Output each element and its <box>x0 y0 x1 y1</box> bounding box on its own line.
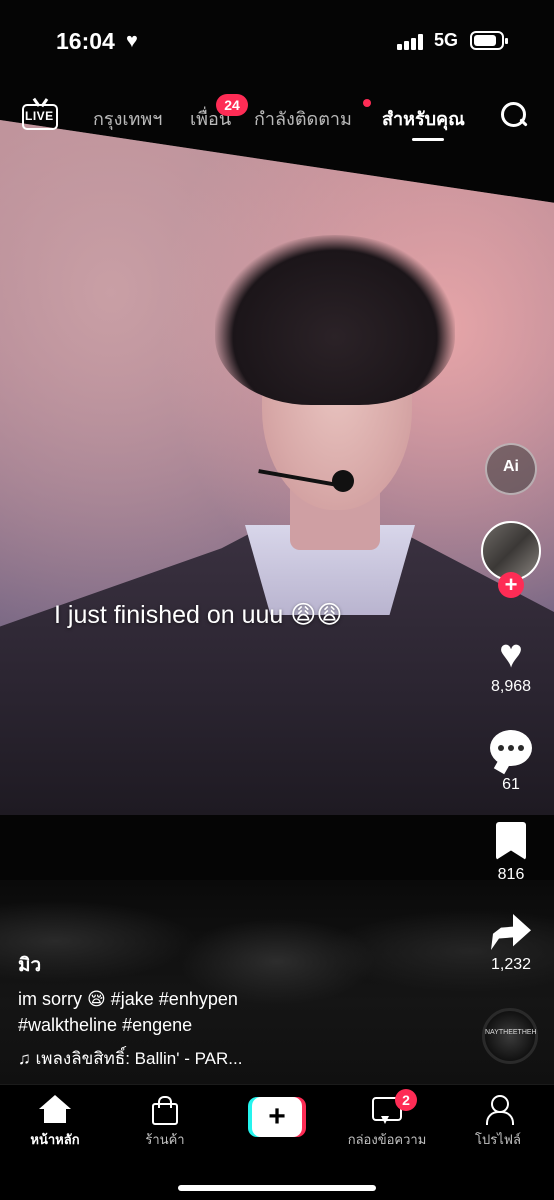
inbox-badge: 2 <box>395 1089 417 1111</box>
caption-line-1: im sorry 😪 #jake #enhypen <box>18 989 238 1009</box>
nav-home-label: หน้าหลัก <box>30 1132 80 1147</box>
ai-label: Ai <box>503 458 519 475</box>
music-disc[interactable]: NAYTHEETHEH <box>482 1008 538 1064</box>
tab-bangkok[interactable]: กรุงเทพฯ <box>93 104 162 133</box>
share-count: 1,232 <box>490 956 532 973</box>
like-count: 8,968 <box>490 678 532 695</box>
save-count: 816 <box>497 866 525 883</box>
status-time: 16:04 <box>56 28 115 54</box>
plus-icon: + <box>252 1097 302 1137</box>
nav-inbox[interactable]: กล่องข้อความ <box>337 1095 437 1150</box>
signal-icon <box>397 34 425 50</box>
bookmark-icon <box>496 822 526 860</box>
save-button[interactable]: 816 <box>481 820 541 884</box>
battery-icon <box>470 31 508 50</box>
nav-shop[interactable]: ร้านค้า <box>115 1095 215 1150</box>
bottom-nav: หน้าหลัก ร้านค้า + กล่องข้อความ 2 โปรไฟล… <box>0 1084 554 1200</box>
create-button[interactable]: + <box>248 1097 306 1137</box>
profile-icon <box>484 1095 514 1125</box>
nav-home[interactable]: หน้าหลัก <box>5 1095 105 1150</box>
nav-profile-label: โปรไฟล์ <box>475 1132 521 1147</box>
active-tab-indicator <box>412 138 444 141</box>
video-overlay-text: I just finished on uuu 😩😩 <box>54 601 343 629</box>
comment-count: 61 <box>502 776 520 793</box>
caption-line-2: #walktheline #engene <box>18 1015 193 1035</box>
nav-shop-label: ร้านค้า <box>145 1132 185 1147</box>
share-button[interactable]: 1,232 <box>481 912 541 974</box>
top-nav: LIVE กรุงเทพฯ เพื่อน 24 กำลังติดตาม สำหร… <box>0 92 554 144</box>
search-icon[interactable] <box>499 100 529 130</box>
creator-username[interactable]: มิว <box>18 950 41 980</box>
home-icon <box>39 1095 71 1123</box>
heart-icon: ♥ <box>126 30 138 52</box>
battery-level <box>474 35 496 46</box>
headset-mic <box>332 470 354 492</box>
follow-button[interactable]: + <box>498 572 524 598</box>
video-player[interactable] <box>0 0 554 1084</box>
nav-inbox-label: กล่องข้อความ <box>347 1132 427 1147</box>
tab-following[interactable]: กำลังติดตาม <box>254 104 352 133</box>
friends-badge: 24 <box>216 94 248 116</box>
music-disc-text: NAYTHEETHEH <box>485 1029 537 1036</box>
tab-for-you[interactable]: สำหรับคุณ <box>382 104 465 133</box>
sound-link[interactable]: ♫ เพลงลิขสิทธิ์: Ballin' - PAR... <box>18 1045 242 1072</box>
post-caption[interactable]: im sorry 😪 #jake #enhypen #walktheline #… <box>18 986 468 1038</box>
like-button[interactable]: ♥ 8,968 <box>481 632 541 696</box>
video-figure-hair <box>215 235 455 405</box>
ai-effect-button[interactable]: Ai <box>485 443 537 495</box>
share-icon <box>491 914 531 950</box>
comment-icon <box>490 730 532 766</box>
comment-button[interactable]: 61 <box>481 728 541 794</box>
live-icon[interactable]: LIVE <box>22 98 58 130</box>
nav-profile[interactable]: โปรไฟล์ <box>448 1095 548 1150</box>
live-label: LIVE <box>25 109 54 123</box>
heart-like-icon: ♥ <box>499 632 523 676</box>
shopping-bag-icon <box>152 1095 178 1125</box>
network-type: 5G <box>434 30 459 50</box>
following-dot <box>363 99 371 107</box>
home-indicator <box>178 1185 376 1191</box>
status-bar: 16:04 ♥ 5G <box>0 0 554 80</box>
